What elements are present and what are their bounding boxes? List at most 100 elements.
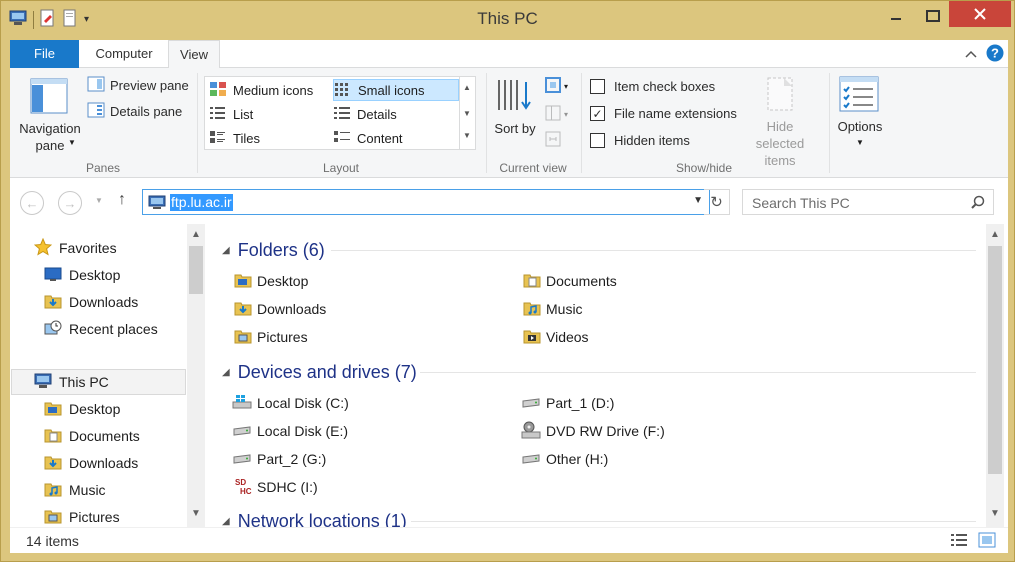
- group-separator: [829, 73, 830, 173]
- folder-music-label: Music: [546, 301, 583, 317]
- search-box[interactable]: Search This PC: [742, 189, 994, 215]
- large-icons-view-icon[interactable]: [978, 532, 996, 551]
- list-label: List: [233, 106, 254, 122]
- folder-desktop-label: Desktop: [257, 273, 309, 289]
- folder-documents-label: Documents: [546, 273, 617, 289]
- address-bar[interactable]: ftp.lu.ac.ir ▼: [142, 189, 710, 215]
- folder-pictures[interactable]: Pictures: [234, 325, 308, 349]
- content-scrollbar[interactable]: ▲ ▼: [986, 224, 1004, 527]
- layout-content[interactable]: Content: [333, 127, 459, 149]
- music-folder-icon: [44, 481, 62, 500]
- drive-f[interactable]: DVD RW Drive (F:): [521, 419, 665, 443]
- folder-desktop[interactable]: Desktop: [234, 269, 308, 293]
- tab-computer[interactable]: Computer: [84, 40, 164, 68]
- item-check-boxes-option[interactable]: Item check boxes: [590, 79, 715, 94]
- nav-favorites[interactable]: Favorites: [33, 235, 209, 261]
- tab-view[interactable]: View: [168, 40, 220, 69]
- forward-button[interactable]: →: [58, 191, 82, 215]
- medium-icons-label: Medium icons: [233, 82, 314, 98]
- network-section-header[interactable]: ◢ Network locations (1): [222, 508, 407, 528]
- folder-downloads[interactable]: Downloads: [234, 297, 326, 321]
- layout-small-icons[interactable]: Small icons: [333, 79, 459, 101]
- sort-by-button[interactable]: Sort by: [494, 74, 536, 156]
- folder-icon: [44, 400, 62, 419]
- nav-pc-pictures-label: Pictures: [69, 509, 120, 525]
- show-hide-group-label: Show/hide: [675, 161, 733, 175]
- documents-folder-icon: [44, 427, 62, 446]
- layout-medium-icons[interactable]: Medium icons: [209, 79, 331, 101]
- details-view-icon[interactable]: [950, 532, 968, 551]
- maximize-button[interactable]: [919, 1, 947, 31]
- layout-list[interactable]: List: [209, 103, 331, 125]
- sort-by-icon: [496, 78, 534, 115]
- drive-h[interactable]: Other (H:): [521, 447, 608, 471]
- view-buttons: [950, 532, 996, 551]
- layout-gallery-scroll[interactable]: ▲ ▼ ▼: [460, 76, 476, 150]
- layout-details[interactable]: Details: [333, 103, 459, 125]
- group-by-button[interactable]: ▾: [544, 76, 568, 97]
- chevron-down-icon: ▾: [564, 110, 569, 119]
- nav-pane-scrollbar[interactable]: ▲ ▼: [187, 224, 205, 527]
- back-button[interactable]: ←: [20, 191, 44, 215]
- chevron-down-icon[interactable]: ▼: [463, 109, 471, 118]
- refresh-button[interactable]: ↻: [704, 189, 730, 215]
- details-pane-label: Details pane: [110, 104, 183, 119]
- nav-pane-scroll-thumb[interactable]: [189, 246, 203, 294]
- chevron-down-icon[interactable]: ▼: [986, 508, 1004, 519]
- nav-this-pc[interactable]: This PC: [11, 369, 186, 395]
- options-button[interactable]: Options ▼: [832, 74, 888, 156]
- collapse-icon[interactable]: ◢: [222, 516, 230, 527]
- size-columns-button[interactable]: [544, 130, 562, 151]
- folders-section-header[interactable]: ◢ Folders (6): [222, 237, 325, 263]
- hidden-items-checkbox[interactable]: [590, 133, 605, 148]
- collapse-ribbon-icon[interactable]: [964, 47, 978, 62]
- folder-documents[interactable]: Documents: [523, 269, 617, 293]
- address-text[interactable]: ftp.lu.ac.ir: [170, 194, 233, 211]
- collapse-icon[interactable]: ◢: [222, 367, 230, 378]
- layout-tiles[interactable]: Tiles: [209, 127, 331, 149]
- options-icon: [839, 76, 879, 115]
- search-icon[interactable]: [971, 195, 985, 212]
- content-scroll-thumb[interactable]: [988, 246, 1002, 474]
- devices-section-header[interactable]: ◢ Devices and drives (7): [222, 359, 417, 385]
- recent-locations-icon[interactable]: ▼: [95, 196, 103, 205]
- file-name-extensions-checkbox[interactable]: ✓: [590, 106, 605, 121]
- collapse-icon[interactable]: ◢: [222, 245, 230, 256]
- hide-selected-items-icon: [766, 76, 796, 115]
- preview-pane-button[interactable]: Preview pane: [87, 76, 189, 95]
- close-button[interactable]: [949, 1, 1011, 27]
- chevron-down-icon[interactable]: ▼: [693, 195, 703, 206]
- navigation-pane-button[interactable]: Navigation pane ▼: [16, 72, 84, 156]
- folder-videos[interactable]: Videos: [523, 325, 589, 349]
- hidden-items-option[interactable]: Hidden items: [590, 133, 690, 148]
- chevron-down-icon[interactable]: ▼: [187, 508, 205, 519]
- section-divider: [331, 250, 976, 251]
- hide-selected-items-button[interactable]: Hide selected items: [738, 74, 824, 168]
- drive-i[interactable]: SD HC SDHC (I:): [234, 475, 318, 499]
- drive-e[interactable]: Local Disk (E:): [232, 419, 348, 443]
- details-pane-button[interactable]: Details pane: [87, 102, 182, 121]
- help-icon[interactable]: ?: [986, 44, 1004, 65]
- minimize-button[interactable]: [873, 1, 919, 31]
- folder-downloads-label: Downloads: [257, 301, 327, 317]
- chevron-up-icon[interactable]: ▲: [187, 229, 205, 240]
- file-name-extensions-option[interactable]: ✓ File name extensions: [590, 106, 737, 121]
- folder-music[interactable]: Music: [523, 297, 583, 321]
- up-button[interactable]: ↑: [118, 191, 126, 209]
- arrow-left-icon: ←: [25, 195, 39, 211]
- folder-videos-label: Videos: [546, 329, 589, 345]
- item-check-boxes-label: Item check boxes: [614, 79, 716, 94]
- item-check-boxes-checkbox[interactable]: [590, 79, 605, 94]
- panes-group-label: Panes: [85, 161, 121, 175]
- drive-g[interactable]: Part_2 (G:): [232, 447, 326, 471]
- drive-c[interactable]: Local Disk (C:): [232, 391, 349, 415]
- list-icon: [209, 105, 227, 124]
- drive-d[interactable]: Part_1 (D:): [521, 391, 614, 415]
- tab-file[interactable]: File: [10, 40, 79, 68]
- gallery-expand-icon[interactable]: ▼: [463, 131, 471, 140]
- add-columns-button[interactable]: ▾: [544, 104, 568, 125]
- chevron-up-icon[interactable]: ▲: [986, 229, 1004, 240]
- nav-pc-downloads-label: Downloads: [69, 455, 139, 471]
- chevron-up-icon[interactable]: ▲: [463, 83, 471, 92]
- nav-fav-downloads-label: Downloads: [69, 294, 139, 310]
